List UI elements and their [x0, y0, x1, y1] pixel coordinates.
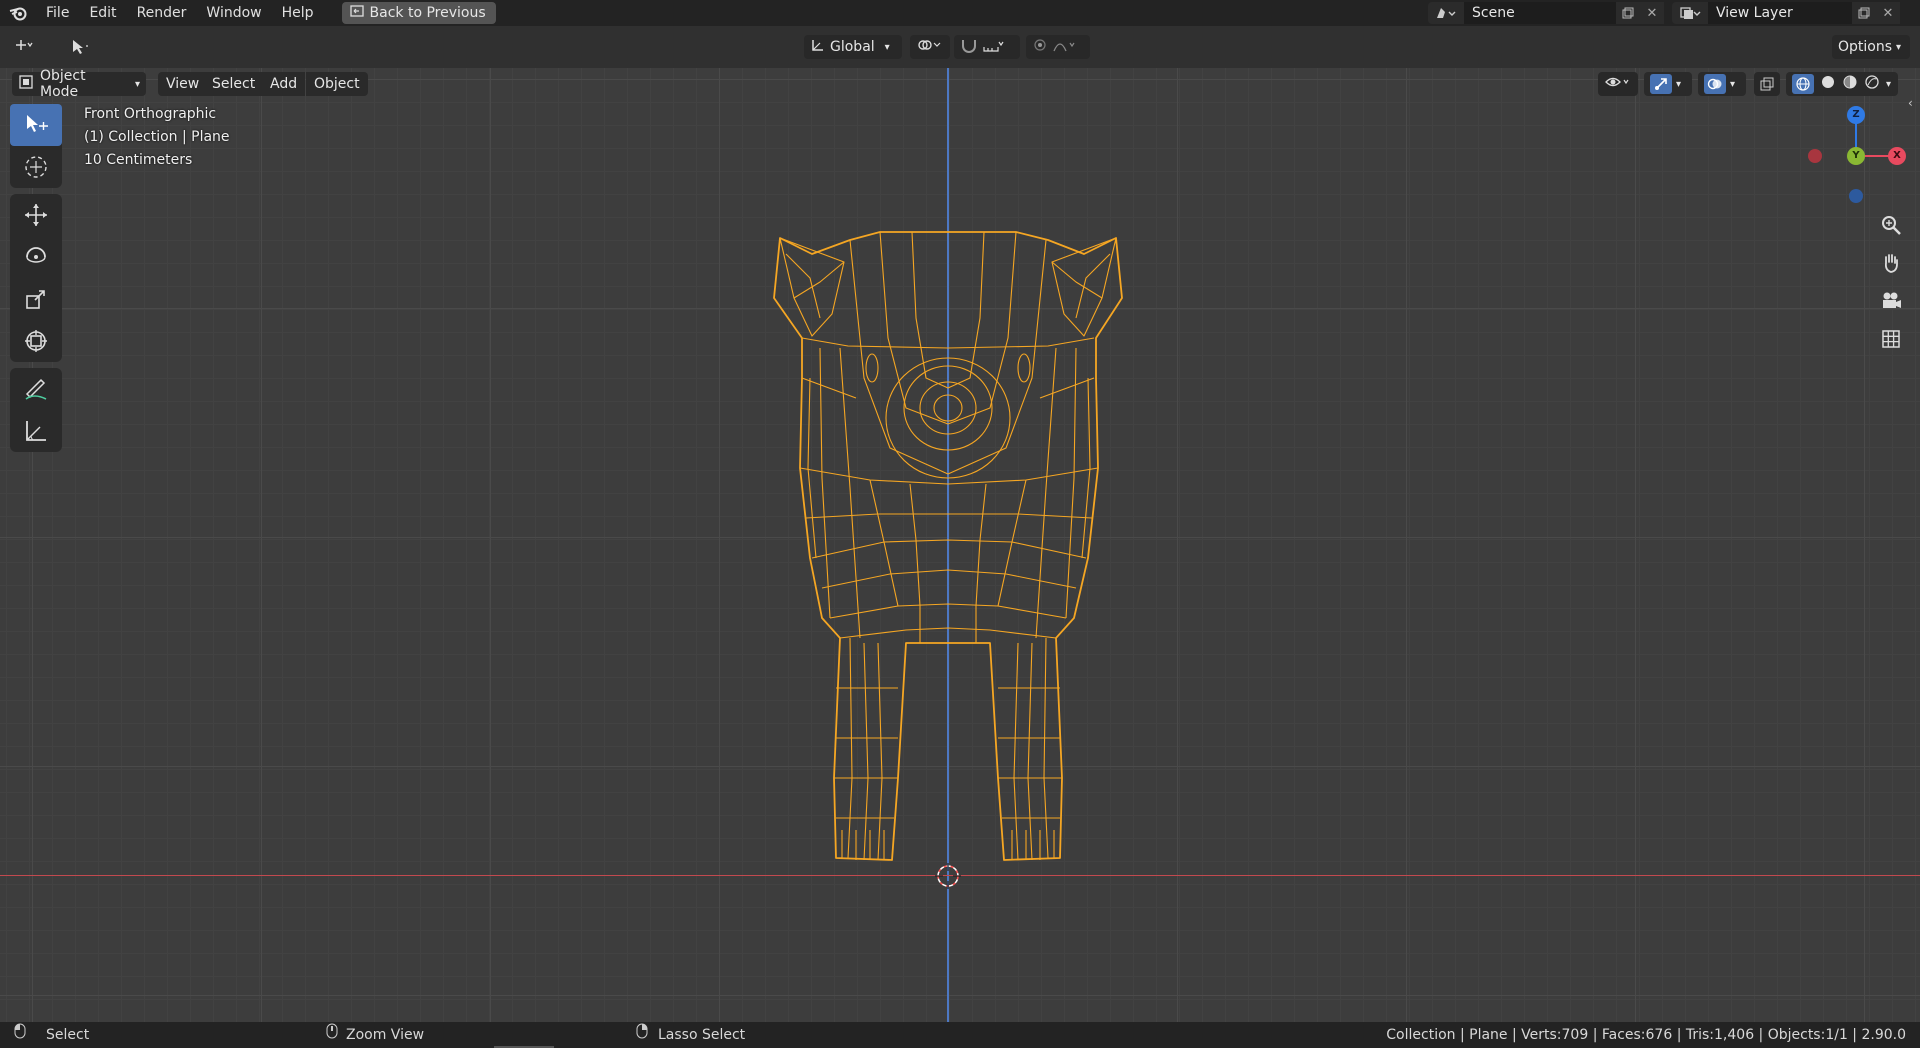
view-layer-name-field[interactable]: View Layer	[1708, 2, 1852, 24]
toolbar-transform-group	[10, 194, 62, 362]
delete-view-layer-icon[interactable]: ✕	[1876, 2, 1900, 24]
toolbar-annotate-group	[10, 368, 62, 452]
editor-type-dropdown[interactable]	[8, 35, 50, 59]
viewport-header: Object Mode ▾ View Select Add Object ▾ ▾…	[0, 68, 1920, 110]
options-label: Options	[1838, 39, 1893, 55]
view-name-label: Front Orthographic	[84, 106, 217, 122]
status-lasso-select-label: Lasso Select	[658, 1027, 746, 1043]
scale-icon[interactable]	[10, 278, 62, 320]
viewport-tool-header: Global ▾ Options ▾	[0, 26, 1920, 68]
overlays-icon	[1704, 74, 1726, 94]
transform-icon[interactable]	[10, 320, 62, 362]
chevron-down-icon: ▾	[1896, 41, 1902, 53]
scene-statistics: Collection | Plane | Verts:709 | Faces:6…	[1386, 1027, 1906, 1043]
status-zoom-view-label: Zoom View	[346, 1027, 425, 1043]
object-mode-icon	[18, 74, 34, 94]
move-icon[interactable]	[10, 194, 62, 236]
xray-toggle-icon[interactable]	[1754, 72, 1780, 96]
visibility-dropdown[interactable]	[1598, 72, 1638, 96]
falloff-curve-icon	[1052, 37, 1078, 57]
ortho-grid-icon[interactable]	[1874, 322, 1908, 356]
snapping-group[interactable]	[954, 35, 1020, 59]
toolbar-select-group	[10, 104, 62, 188]
top-menu-bar: File Edit Render Window Help Back to Pre…	[0, 0, 1920, 26]
pivot-icon	[916, 37, 942, 57]
sidebar-toggle-icon[interactable]: ‹	[1908, 96, 1913, 110]
viewport-menu-add[interactable]: Add	[262, 72, 306, 96]
status-lasso-select: Lasso Select	[636, 1022, 745, 1048]
eye-icon	[1604, 74, 1632, 94]
pivot-point-dropdown[interactable]	[910, 35, 950, 59]
overlays-toggle[interactable]: ▾	[1698, 72, 1746, 96]
mouse-right-icon	[636, 1022, 650, 1048]
gizmo-neg-x-handle[interactable]	[1808, 149, 1822, 163]
gizmo-neg-z-handle[interactable]	[1849, 189, 1863, 203]
back-icon	[349, 5, 364, 21]
chevron-down-icon: ▾	[884, 41, 890, 53]
back-to-previous-label: Back to Previous	[369, 5, 486, 21]
viewport-menu-select[interactable]: Select	[204, 72, 264, 96]
view-layer-icon[interactable]	[1672, 2, 1708, 24]
delete-scene-icon[interactable]: ✕	[1640, 2, 1664, 24]
transform-orientation-label: Global	[830, 39, 875, 55]
scene-selector: Scene ✕	[1428, 2, 1664, 24]
zoom-icon[interactable]	[1874, 208, 1908, 242]
3d-viewport[interactable]: Object Mode ▾ View Select Add Object ▾ ▾…	[0, 68, 1920, 1022]
options-dropdown[interactable]: Options ▾	[1832, 35, 1910, 59]
scene-name-field[interactable]: Scene	[1464, 2, 1616, 24]
status-select-label: Select	[46, 1027, 90, 1043]
status-bar: Select Zoom View Lasso Select Collection…	[0, 1022, 1920, 1048]
status-select: Select	[14, 1022, 89, 1048]
selected-mesh-wireframe[interactable]	[760, 218, 1140, 878]
gizmo-z-handle[interactable]: Z	[1847, 106, 1865, 124]
annotate-icon[interactable]	[10, 368, 62, 410]
tool-settings-icon[interactable]	[64, 35, 94, 59]
editor-type-icon	[14, 38, 34, 56]
snap-increment-icon	[982, 37, 1004, 57]
cursor-icon[interactable]	[10, 146, 62, 188]
select-box-icon[interactable]	[10, 104, 62, 146]
viewport-menu-view[interactable]: View	[158, 72, 208, 96]
navigation-gizmo[interactable]: Z Y X	[1798, 88, 1908, 203]
gizmo-toggle[interactable]: ▾	[1644, 72, 1692, 96]
back-to-previous-button[interactable]: Back to Previous	[341, 2, 496, 24]
menu-render[interactable]: Render	[127, 0, 197, 26]
gizmo-y-handle[interactable]: Y	[1847, 147, 1865, 165]
transform-orientation-dropdown[interactable]: Global ▾	[804, 35, 902, 59]
viewport-menu-object[interactable]: Object	[306, 72, 368, 96]
camera-view-icon[interactable]	[1874, 284, 1908, 318]
object-mode-label: Object Mode	[40, 68, 86, 100]
object-mode-dropdown[interactable]: Object Mode ▾	[12, 68, 146, 100]
chevron-down-icon: ▾	[1676, 78, 1682, 90]
proportional-edit-icon	[1032, 37, 1048, 57]
rotate-icon[interactable]	[10, 236, 62, 278]
view-layer-selector: View Layer ✕	[1672, 2, 1900, 24]
pan-hand-icon[interactable]	[1874, 246, 1908, 280]
scene-icon[interactable]	[1428, 2, 1464, 24]
menu-window[interactable]: Window	[196, 0, 271, 26]
snap-magnet-icon	[960, 37, 978, 57]
status-zoom-view: Zoom View	[326, 1022, 424, 1048]
gizmo-x-handle[interactable]: X	[1888, 147, 1906, 165]
menu-edit[interactable]: Edit	[79, 0, 126, 26]
menu-file[interactable]: File	[36, 0, 79, 26]
measure-icon[interactable]	[10, 410, 62, 452]
collection-label: (1) Collection | Plane	[84, 129, 230, 145]
gizmo-icon	[1650, 74, 1672, 94]
grid-scale-label: 10 Centimeters	[84, 152, 193, 168]
blender-logo-icon[interactable]	[0, 0, 36, 26]
chevron-down-icon: ▾	[1730, 78, 1736, 90]
new-view-layer-icon[interactable]	[1852, 2, 1876, 24]
orientation-icon	[810, 37, 826, 57]
new-scene-icon[interactable]	[1616, 2, 1640, 24]
mouse-middle-icon	[326, 1022, 338, 1048]
proportional-editing-group[interactable]	[1026, 35, 1090, 59]
menu-help[interactable]: Help	[272, 0, 324, 26]
chevron-down-icon: ▾	[134, 78, 140, 90]
mouse-left-icon	[14, 1022, 26, 1048]
